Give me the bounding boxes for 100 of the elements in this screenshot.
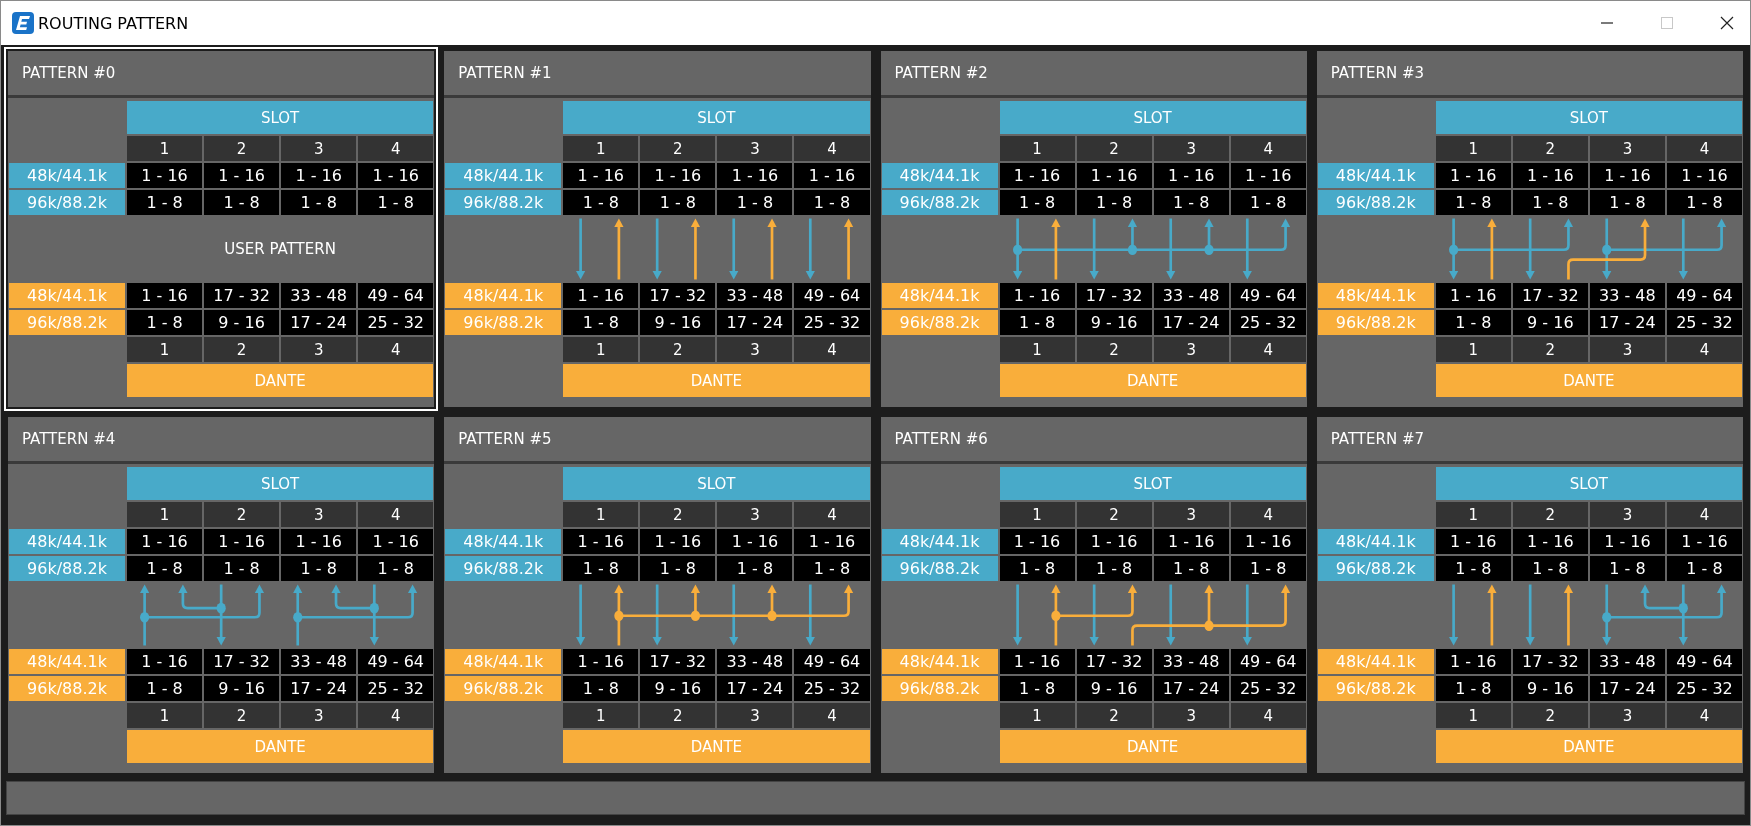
channel-range-cell: 1 - 16 — [717, 529, 793, 554]
sample-rate-label: 96k/88.2k — [881, 190, 998, 215]
number-header: 1 — [563, 502, 639, 527]
number-header: 4 — [358, 136, 434, 161]
channel-range-cell: 1 - 8 — [1589, 556, 1665, 581]
pattern-title: PATTERN #0 — [8, 51, 435, 98]
number-header: 1 — [127, 337, 203, 362]
number-header: 2 — [640, 136, 716, 161]
number-header: 3 — [717, 136, 793, 161]
channel-range-cell: 25 - 32 — [1230, 676, 1306, 701]
channel-range-cell: 49 - 64 — [794, 649, 870, 674]
channel-range-cell: 33 - 48 — [281, 649, 357, 674]
channel-range-cell: 25 - 32 — [358, 310, 434, 335]
sample-rate-label: 48k/44.1k — [9, 529, 125, 554]
number-header: 1 — [999, 136, 1075, 161]
channel-range-cell: 25 - 32 — [1230, 310, 1306, 335]
channel-range-cell: 1 - 16 — [1230, 529, 1306, 554]
channel-range-cell: 1 - 16 — [794, 529, 870, 554]
number-header: 1 — [999, 502, 1075, 527]
number-header: 3 — [1153, 337, 1229, 362]
channel-range-cell: 1 - 16 — [127, 283, 203, 308]
dante-header: DANTE — [563, 730, 870, 763]
channel-range-cell: 1 - 16 — [127, 649, 203, 674]
channel-range-cell: 1 - 8 — [717, 556, 793, 581]
channel-range-cell: 1 - 16 — [1435, 283, 1511, 308]
channel-range-cell: 1 - 8 — [563, 676, 639, 701]
channel-range-cell: 1 - 16 — [127, 529, 203, 554]
channel-range-cell: 1 - 8 — [204, 190, 280, 215]
channel-range-cell: 1 - 16 — [1435, 163, 1511, 188]
number-header: 1 — [127, 502, 203, 527]
sample-rate-label: 96k/88.2k — [445, 310, 562, 335]
channel-range-cell: 1 - 16 — [999, 649, 1075, 674]
channel-range-cell: 17 - 24 — [1589, 676, 1665, 701]
sample-rate-label: 96k/88.2k — [445, 190, 562, 215]
number-header: 1 — [563, 136, 639, 161]
sample-rate-label: 48k/44.1k — [881, 283, 998, 308]
channel-range-cell: 1 - 16 — [640, 529, 716, 554]
slot-header: SLOT — [1435, 101, 1742, 134]
sample-rate-label: 96k/88.2k — [1317, 190, 1434, 215]
number-header: 4 — [1666, 337, 1742, 362]
channel-range-cell: 9 - 16 — [1512, 676, 1588, 701]
dante-header: DANTE — [999, 730, 1306, 763]
channel-range-cell: 1 - 8 — [717, 190, 793, 215]
pattern-card[interactable] — [4, 47, 439, 411]
channel-range-cell: 33 - 48 — [281, 283, 357, 308]
sample-rate-label: 48k/44.1k — [881, 529, 998, 554]
dante-header: DANTE — [1435, 730, 1742, 763]
channel-range-cell: 1 - 8 — [1512, 190, 1588, 215]
number-header: 4 — [1230, 502, 1306, 527]
channel-range-cell: 33 - 48 — [1589, 283, 1665, 308]
channel-range-cell: 9 - 16 — [204, 676, 280, 701]
number-header: 1 — [127, 703, 203, 728]
number-header: 4 — [1230, 136, 1306, 161]
channel-range-cell: 17 - 24 — [1589, 310, 1665, 335]
sample-rate-label: 96k/88.2k — [9, 676, 125, 701]
channel-range-cell: 1 - 16 — [717, 163, 793, 188]
sample-rate-label: 48k/44.1k — [445, 163, 562, 188]
number-header: 2 — [1076, 337, 1152, 362]
number-header: 1 — [563, 703, 639, 728]
pattern-title: PATTERN #4 — [8, 417, 435, 464]
channel-range-cell: 1 - 8 — [794, 190, 870, 215]
pattern-title: PATTERN #2 — [880, 51, 1307, 98]
number-header: 2 — [1076, 703, 1152, 728]
channel-range-cell: 17 - 32 — [1076, 649, 1152, 674]
number-header: 2 — [204, 703, 280, 728]
channel-range-cell: 1 - 8 — [1230, 556, 1306, 581]
channel-range-cell: 33 - 48 — [1589, 649, 1665, 674]
channel-range-cell: 33 - 48 — [717, 649, 793, 674]
number-header: 3 — [1153, 502, 1229, 527]
number-header: 2 — [204, 337, 280, 362]
sample-rate-label: 48k/44.1k — [9, 163, 125, 188]
sample-rate-label: 96k/88.2k — [1317, 676, 1434, 701]
channel-range-cell: 1 - 8 — [1076, 556, 1152, 581]
channel-range-cell: 1 - 16 — [127, 163, 203, 188]
channel-range-cell: 1 - 16 — [563, 529, 639, 554]
channel-range-cell: 17 - 24 — [1153, 310, 1229, 335]
number-header: 2 — [204, 502, 280, 527]
channel-range-cell: 25 - 32 — [794, 676, 870, 701]
sample-rate-label: 48k/44.1k — [445, 649, 562, 674]
number-header: 3 — [1589, 502, 1665, 527]
number-header: 1 — [127, 136, 203, 161]
channel-range-cell: 9 - 16 — [1512, 310, 1588, 335]
number-header: 4 — [1666, 502, 1742, 527]
number-header: 3 — [1589, 703, 1665, 728]
channel-range-cell: 49 - 64 — [358, 283, 434, 308]
channel-range-cell: 17 - 24 — [281, 310, 357, 335]
channel-range-cell: 1 - 8 — [999, 676, 1075, 701]
channel-range-cell: 1 - 8 — [127, 310, 203, 335]
sample-rate-label: 96k/88.2k — [445, 676, 562, 701]
slot-header: SLOT — [1435, 467, 1742, 500]
pattern-title: PATTERN #5 — [444, 417, 871, 464]
channel-range-cell: 1 - 16 — [563, 283, 639, 308]
number-header: 4 — [794, 703, 870, 728]
channel-range-cell: 1 - 8 — [1435, 676, 1511, 701]
channel-range-cell: 1 - 8 — [204, 556, 280, 581]
slot-header: SLOT — [999, 467, 1306, 500]
pattern-title: PATTERN #3 — [1316, 51, 1743, 98]
channel-range-cell: 17 - 24 — [281, 676, 357, 701]
channel-range-cell: 1 - 16 — [999, 283, 1075, 308]
number-header: 3 — [717, 703, 793, 728]
